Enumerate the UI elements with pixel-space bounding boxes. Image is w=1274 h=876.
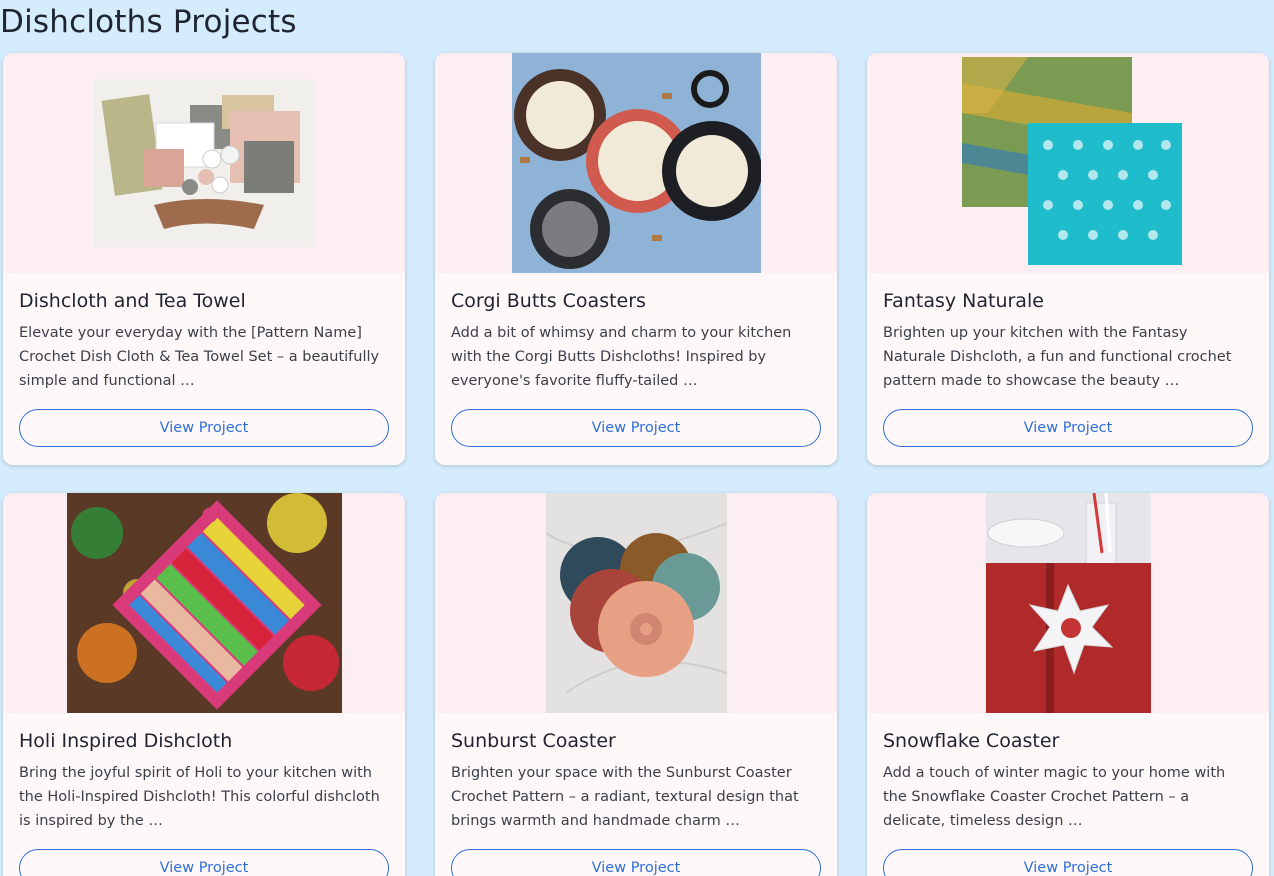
project-grid: Dishcloth and Tea Towel Elevate your eve… bbox=[3, 53, 1274, 876]
card-title: Holi Inspired Dishcloth bbox=[19, 730, 233, 752]
card-description: Add a bit of whimsy and charm to your ki… bbox=[451, 325, 792, 389]
project-card: Fantasy Naturale Brighten up your kitche… bbox=[867, 53, 1269, 465]
project-card: Snowflake Coaster Add a touch of winter … bbox=[867, 493, 1269, 876]
card-image-area bbox=[3, 53, 405, 273]
project-card: Dishcloth and Tea Towel Elevate your eve… bbox=[3, 53, 405, 465]
dishcloth-tea-towel-photo[interactable] bbox=[93, 53, 315, 273]
sunburst-coaster-photo[interactable] bbox=[545, 493, 727, 713]
card-body: Snowflake Coaster Add a touch of winter … bbox=[867, 713, 1269, 876]
snowflake-coaster-photo[interactable] bbox=[985, 493, 1151, 713]
card-image-area bbox=[867, 53, 1269, 273]
card-title: Corgi Butts Coasters bbox=[451, 290, 646, 312]
card-image-area bbox=[3, 493, 405, 713]
card-body: Fantasy Naturale Brighten up your kitche… bbox=[867, 273, 1269, 447]
view-project-button[interactable]: View Project bbox=[883, 409, 1253, 447]
card-title: Snowflake Coaster bbox=[883, 730, 1060, 752]
card-body: Corgi Butts Coasters Add a bit of whimsy… bbox=[435, 273, 837, 447]
project-card: Corgi Butts Coasters Add a bit of whimsy… bbox=[435, 53, 837, 465]
card-title: Sunburst Coaster bbox=[451, 730, 616, 752]
holi-dishcloth-photo[interactable] bbox=[66, 493, 342, 713]
view-project-button[interactable]: View Project bbox=[451, 409, 821, 447]
card-description: Elevate your everyday with the [Pattern … bbox=[19, 325, 380, 389]
card-image-area bbox=[435, 493, 837, 713]
fantasy-naturale-photo[interactable] bbox=[947, 53, 1189, 273]
card-body: Dishcloth and Tea Towel Elevate your eve… bbox=[3, 273, 405, 447]
project-card: Sunburst Coaster Brighten your space wit… bbox=[435, 493, 837, 876]
view-project-button[interactable]: View Project bbox=[19, 409, 389, 447]
project-card: Holi Inspired Dishcloth Bring the joyful… bbox=[3, 493, 405, 876]
card-title: Fantasy Naturale bbox=[883, 290, 1044, 312]
card-description: Brighten your space with the Sunburst Co… bbox=[451, 765, 799, 829]
card-body: Holi Inspired Dishcloth Bring the joyful… bbox=[3, 713, 405, 876]
view-project-button[interactable]: View Project bbox=[19, 849, 389, 876]
card-body: Sunburst Coaster Brighten your space wit… bbox=[435, 713, 837, 876]
corgi-coasters-photo[interactable] bbox=[511, 53, 761, 273]
card-image-area bbox=[435, 53, 837, 273]
view-project-button[interactable]: View Project bbox=[451, 849, 821, 876]
card-image-area bbox=[867, 493, 1269, 713]
card-description: Brighten up your kitchen with the Fantas… bbox=[883, 325, 1232, 389]
page-title: Dishcloths Projects bbox=[0, 4, 297, 40]
card-title: Dishcloth and Tea Towel bbox=[19, 290, 246, 312]
view-project-button[interactable]: View Project bbox=[883, 849, 1253, 876]
card-description: Add a touch of winter magic to your home… bbox=[883, 765, 1226, 829]
card-description: Bring the joyful spirit of Holi to your … bbox=[19, 765, 380, 829]
page: Dishcloths Projects Dishcloth and Tea To… bbox=[0, 0, 1274, 876]
